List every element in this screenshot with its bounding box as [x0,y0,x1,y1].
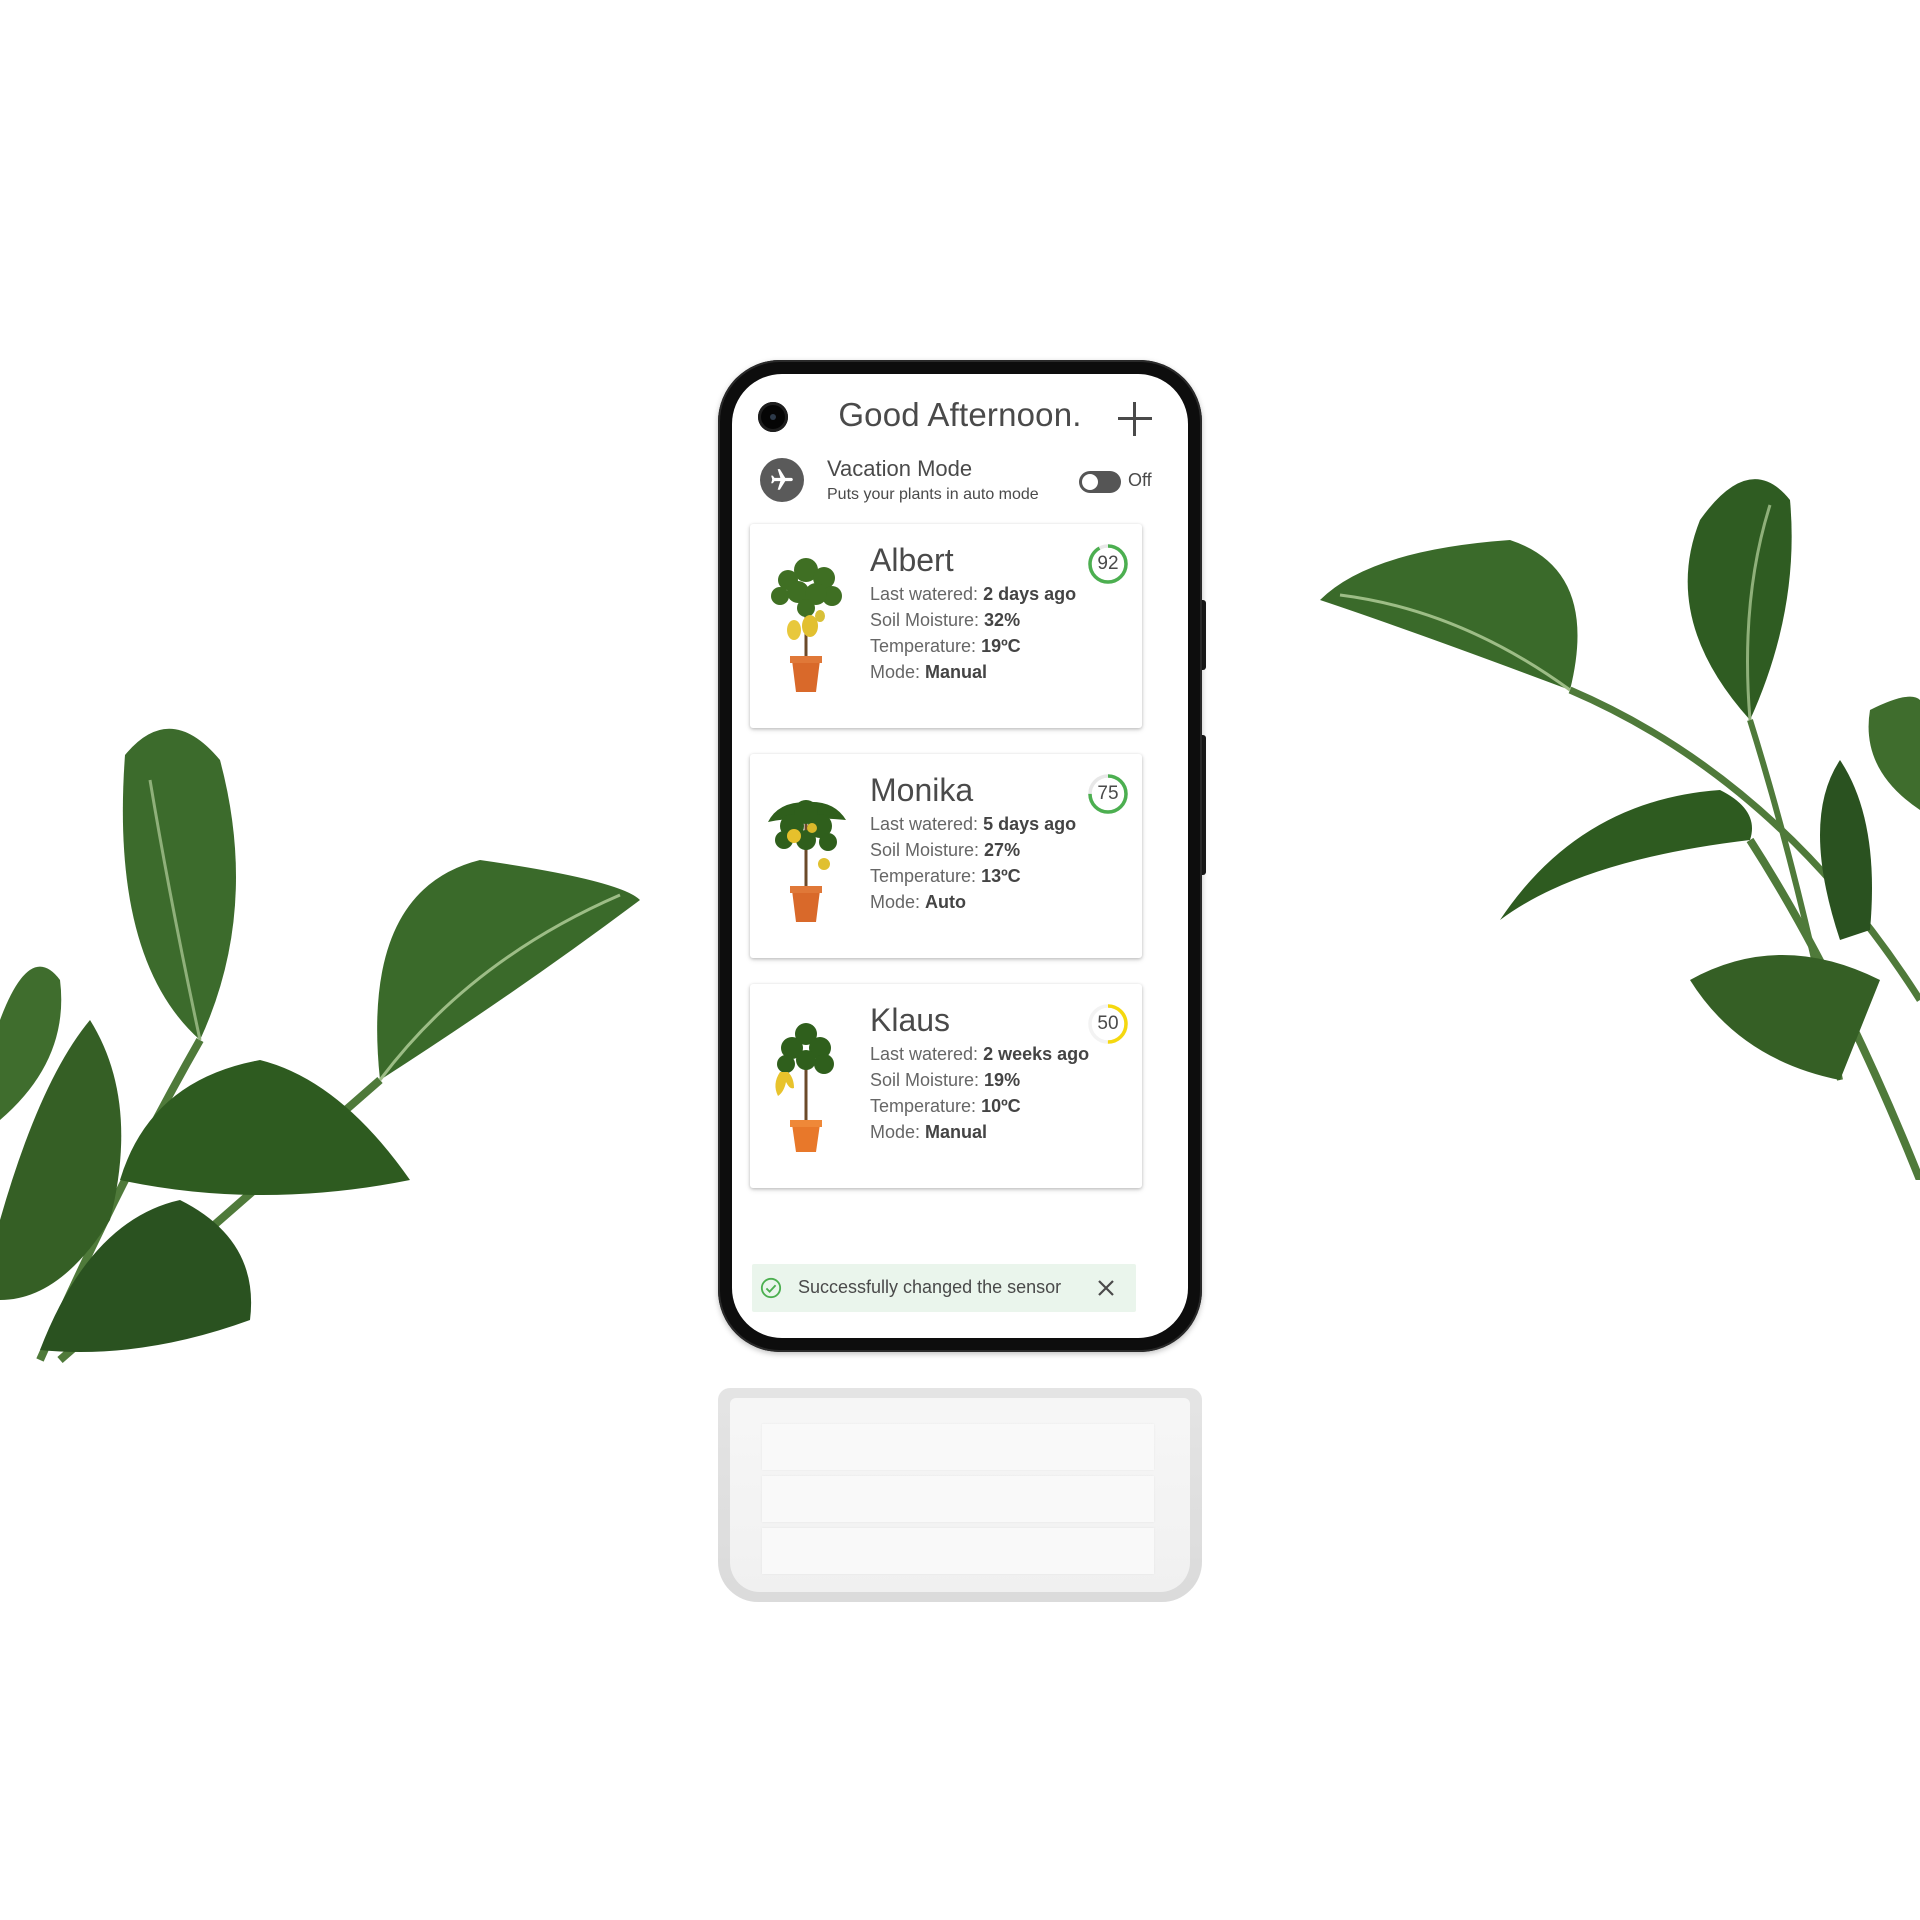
vacation-mode-state-label: Off [1128,470,1152,490]
vacation-mode-title: Vacation Mode [827,456,973,481]
temperature: Temperature: 10ºC [870,1096,1021,1116]
health-score-ring: 92 [1086,542,1130,586]
mode: Mode: Auto [870,892,967,912]
plant-name: Klaus [870,1002,951,1038]
plant-card-klaus[interactable]: Klaus 50 Last watered: 2 weeks ago Soil … [750,984,1142,1188]
decorative-plant-left [0,728,640,1364]
scene: Good Afternoon. Vacation Mode Puts your … [0,0,1920,1920]
reflection-card [762,1424,1154,1470]
plant-name: Albert [870,542,954,578]
health-score-value: 75 [1097,783,1119,804]
phone-reflection [718,1388,1202,1602]
decorative-plant-right [1320,479,1920,1180]
mode: Mode: Manual [870,662,988,682]
last-watered: Last watered: 2 weeks ago [870,1044,1090,1064]
phone-frame: Good Afternoon. Vacation Mode Puts your … [718,360,1202,1352]
check-circle-icon [760,1277,782,1299]
health-score-ring: 75 [1086,772,1130,816]
add-plant-button[interactable] [1118,402,1152,436]
close-icon[interactable] [1096,1278,1116,1298]
reflection-card [762,1528,1154,1574]
mode: Mode: Manual [870,1122,988,1142]
last-watered: Last watered: 2 days ago [870,584,1077,604]
temperature: Temperature: 13ºC [870,866,1021,886]
health-score-value: 50 [1097,1013,1119,1034]
soil-moisture: Soil Moisture: 19% [870,1070,1021,1090]
soil-moisture: Soil Moisture: 27% [870,840,1021,860]
plant-image [771,558,842,692]
airplane-icon [760,458,804,502]
plant-card-albert[interactable]: Albert 92 Last watered: 2 days ago Soil … [750,524,1142,728]
success-toast: Successfully changed the sensor [752,1264,1136,1312]
toggle-knob [1082,474,1098,490]
vacation-mode-subtitle: Puts your plants in auto mode [827,486,1039,503]
reflection-screen [730,1398,1190,1592]
temperature: Temperature: 19ºC [870,636,1021,656]
health-score-value: 92 [1097,553,1119,574]
vacation-mode-toggle[interactable] [1079,471,1121,493]
toast-message: Successfully changed the sensor [798,1277,1062,1297]
reflection-card [762,1476,1154,1522]
app-screen: Good Afternoon. Vacation Mode Puts your … [732,374,1188,1338]
plant-card-monika[interactable]: Monika 75 Last watered: 5 days ago Soil … [750,754,1142,958]
last-watered: Last watered: 5 days ago [870,814,1077,834]
plant-name: Monika [870,772,974,808]
health-score-ring: 50 [1086,1002,1130,1046]
soil-moisture: Soil Moisture: 32% [870,610,1021,630]
plant-image [775,1023,834,1152]
plant-image [768,800,846,922]
